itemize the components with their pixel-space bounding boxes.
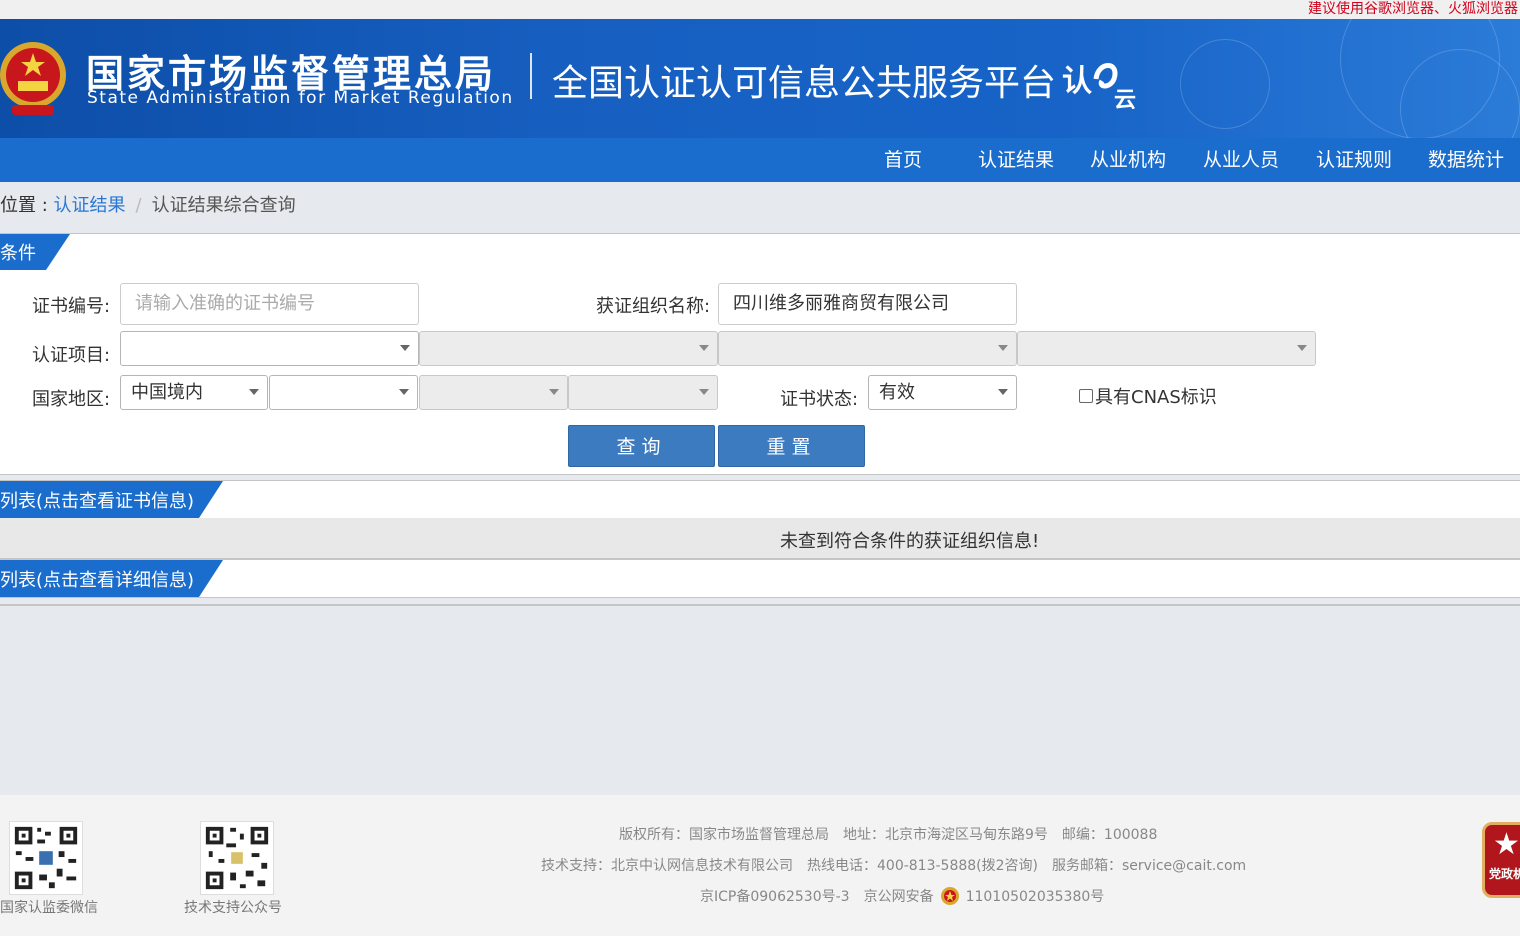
- agency-name-en: State Administration for Market Regulati…: [87, 88, 514, 108]
- project-select-3[interactable]: [718, 331, 1017, 366]
- conditions-section-title: 条件: [0, 243, 36, 264]
- header-banner: 国家市场监督管理总局 State Administration for Mark…: [0, 19, 1520, 138]
- chevron-down-icon: [400, 345, 410, 351]
- svg-text:云: 云: [1114, 88, 1136, 109]
- detail-list-section-tab: 列表(点击查看详细信息): [0, 560, 223, 597]
- header-divider: [530, 53, 532, 99]
- conditions-section-tab: 条件: [0, 234, 70, 270]
- cert-list-section-header: 列表(点击查看证书信息): [0, 480, 1520, 519]
- chevron-down-icon: [699, 345, 709, 351]
- org-name-label: 获证组织名称:: [596, 296, 711, 317]
- chevron-down-icon: [399, 389, 409, 395]
- nav-home[interactable]: 首页: [884, 138, 922, 182]
- footer-line-copyright: 版权所有：国家市场监督管理总局 地址：北京市海淀区马甸东路9号 邮编：100088: [619, 824, 1171, 844]
- region-select-4[interactable]: [568, 375, 718, 410]
- org-name-input[interactable]: 四川维多丽雅商贸有限公司: [718, 283, 1017, 325]
- cert-no-input[interactable]: 请输入准确的证书编号: [120, 283, 419, 325]
- nav-personnel[interactable]: 从业人员: [1203, 138, 1279, 182]
- footer: 国家认监委微信 技术支持公众号 版权所有：国家市场监督管理总局 地址：北京市海淀区…: [0, 795, 1520, 936]
- cnas-checkbox[interactable]: [1079, 389, 1093, 403]
- reset-button[interactable]: 重置: [718, 425, 865, 467]
- platform-title: 全国认证认可信息公共服务平台: [552, 63, 1057, 104]
- project-label: 认证项目:: [32, 345, 111, 366]
- browser-tip: 建议使用谷歌浏览器、火狐浏览器: [1308, 1, 1518, 17]
- nav-rules[interactable]: 认证规则: [1316, 138, 1392, 182]
- footer-email[interactable]: 服务邮箱：service@cait.com: [1052, 858, 1246, 874]
- chevron-down-icon: [998, 389, 1008, 395]
- qr-code-wechat-icon: [9, 821, 83, 895]
- project-select-2[interactable]: [419, 331, 718, 366]
- cnas-label: 具有CNAS标识: [1095, 387, 1217, 408]
- chevron-down-icon: [699, 389, 709, 395]
- detail-list-section-title: 列表(点击查看详细信息): [0, 569, 195, 591]
- region-select-3[interactable]: [419, 375, 568, 410]
- detail-list-section-header: 列表(点击查看详细信息): [0, 559, 1520, 598]
- query-button[interactable]: 查询: [568, 425, 715, 467]
- qr-label-wechat: 国家认监委微信: [0, 900, 98, 916]
- breadcrumb-current: 认证结果综合查询: [151, 195, 296, 216]
- cert-no-label: 证书编号:: [32, 296, 111, 317]
- chevron-down-icon: [249, 389, 259, 395]
- breadcrumb: 位置 : 认证结果 / 认证结果综合查询: [0, 191, 296, 217]
- nav-statistics[interactable]: 数据统计: [1428, 138, 1504, 182]
- empty-result-message: 未查到符合条件的获证组织信息!: [780, 531, 1040, 552]
- cert-list-section-tab: 列表(点击查看证书信息): [0, 481, 223, 518]
- footer-icp[interactable]: 京ICP备09062530号-3: [700, 886, 850, 906]
- project-select-1[interactable]: [120, 331, 419, 366]
- breadcrumb-link[interactable]: 认证结果: [54, 195, 126, 216]
- empty-result-row: 未查到符合条件的获证组织信息!: [0, 518, 1520, 559]
- svg-text:认: 认: [1062, 64, 1092, 99]
- top-strip: 建议使用谷歌浏览器、火狐浏览器: [0, 0, 1520, 19]
- project-select-4[interactable]: [1017, 331, 1316, 366]
- footer-copyright: 版权所有：国家市场监督管理总局: [619, 827, 829, 843]
- section-divider: [0, 604, 1520, 606]
- conditions-section-header: 条件: [0, 233, 1520, 271]
- police-badge-icon: [940, 887, 959, 905]
- breadcrumb-prefix: 位置 :: [0, 195, 54, 216]
- platform-logo-icon: 认 云: [1062, 63, 1136, 109]
- gov-site-badge[interactable]: ★ 党政机关: [1482, 822, 1520, 898]
- footer-police-prefix: 京公网安备: [863, 889, 934, 905]
- footer-line-icp: 京ICP备09062530号-3 京公网安备 11010502035380号: [700, 886, 1118, 906]
- footer-hotline: 热线电话：400-813-5888(拨2咨询): [807, 858, 1039, 874]
- region-label: 国家地区:: [32, 389, 111, 410]
- status-select[interactable]: 有效: [868, 375, 1017, 410]
- main-nav: 首页 认证结果 从业机构 从业人员 认证规则 数据统计: [0, 138, 1520, 182]
- chevron-down-icon: [998, 345, 1008, 351]
- status-label: 证书状态:: [780, 389, 859, 410]
- chevron-down-icon: [1297, 345, 1307, 351]
- footer-tech-support: 技术支持：北京中认网信息技术有限公司: [541, 858, 793, 874]
- national-emblem-icon: [0, 42, 66, 115]
- cnas-checkbox-wrap[interactable]: 具有CNAS标识: [1079, 383, 1217, 409]
- region-select-1[interactable]: 中国境内: [120, 375, 268, 410]
- gov-site-badge-label: 党政机关: [1489, 867, 1520, 881]
- footer-address: 地址：北京市海淀区马甸东路9号: [843, 827, 1048, 843]
- breadcrumb-separator: /: [135, 195, 142, 216]
- footer-postcode: 邮编：100088: [1061, 827, 1158, 843]
- nav-cert-results[interactable]: 认证结果: [978, 138, 1054, 182]
- qr-label-support: 技术支持公众号: [184, 900, 282, 916]
- nav-institutions[interactable]: 从业机构: [1090, 138, 1166, 182]
- region-select-2[interactable]: [269, 375, 418, 410]
- qr-code-support-icon: [200, 821, 274, 895]
- cert-list-section-title: 列表(点击查看证书信息): [0, 490, 195, 512]
- chevron-down-icon: [549, 389, 559, 395]
- footer-line-support: 技术支持：北京中认网信息技术有限公司 热线电话：400-813-5888(拨2咨询…: [541, 855, 1260, 875]
- footer-police-number[interactable]: 11010502035380号: [966, 886, 1105, 906]
